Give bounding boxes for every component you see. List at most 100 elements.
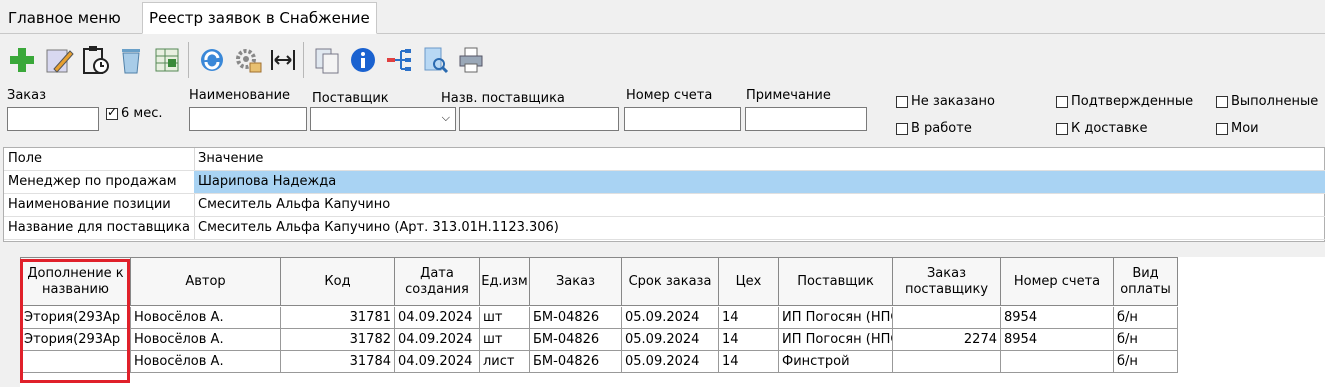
property-row[interactable]: Название для поставщика Смеситель Альфа … (4, 217, 1325, 240)
requests-table: Дополнение к названию Автор Код Дата создан… (20, 257, 1325, 387)
table-cell[interactable]: ИП Погосян (НПС (779, 329, 893, 351)
invoice-input[interactable] (624, 107, 741, 131)
tree-icon[interactable] (382, 38, 416, 82)
confirmed-label: Подтвержденные (1071, 94, 1194, 109)
in-work-checkbox[interactable]: В работе (896, 121, 972, 136)
completed-label: Выполненые (1231, 94, 1319, 109)
supplier-select[interactable]: ⌵ (310, 107, 456, 131)
order-label: Заказ (7, 88, 47, 103)
table-cell[interactable] (893, 351, 1001, 373)
edit-icon[interactable] (42, 38, 76, 82)
fit-width-icon[interactable] (266, 38, 300, 82)
properties-header: Поле Значение (4, 148, 1325, 171)
column-header[interactable]: Автор (131, 257, 281, 306)
to-delivery-checkbox[interactable]: К доставке (1056, 121, 1148, 136)
checkbox-box[interactable] (896, 95, 908, 108)
table-cell[interactable]: 04.09.2024 (395, 329, 480, 351)
table-cell[interactable]: 05.09.2024 (622, 307, 719, 329)
table-cell[interactable]: 31784 (281, 351, 395, 373)
checkbox-box[interactable] (896, 122, 908, 135)
refresh-icon[interactable] (195, 38, 229, 82)
property-field: Наименование позиции (8, 194, 195, 216)
table-cell[interactable]: шт (480, 307, 530, 329)
info-icon[interactable] (346, 38, 380, 82)
column-header[interactable]: Код (281, 257, 395, 306)
table-cell[interactable]: 05.09.2024 (622, 351, 719, 373)
checkbox-box[interactable] (1216, 122, 1228, 135)
column-header[interactable]: Номер счета (1001, 257, 1114, 306)
column-header[interactable]: Заказ (530, 257, 622, 306)
column-header[interactable]: Срок заказа (622, 257, 719, 306)
table-cell[interactable]: БМ-04826 (530, 329, 622, 351)
settings-icon[interactable] (231, 38, 265, 82)
property-field: Название для поставщика (8, 217, 195, 239)
tab-main-menu[interactable]: Главное меню (2, 4, 127, 32)
six-months-checkbox[interactable]: 6 мес. (106, 105, 163, 121)
excel-icon[interactable] (150, 38, 184, 82)
table-cell[interactable]: Финстрой (779, 351, 893, 373)
table-cell[interactable]: Этория(293Ар (20, 329, 131, 351)
checkbox-box[interactable] (1216, 95, 1228, 108)
table-cell[interactable]: Новосёлов А. (131, 329, 281, 351)
table-cell[interactable]: шт (480, 329, 530, 351)
to-delivery-label: К доставке (1071, 121, 1148, 136)
table-cell[interactable]: б/н (1114, 351, 1178, 373)
add-icon[interactable] (5, 38, 39, 82)
table-cell[interactable]: 31781 (281, 307, 395, 329)
tab-supply-requests[interactable]: Реестр заявок в Снабжение (142, 2, 377, 34)
table-cell[interactable]: 04.09.2024 (395, 351, 480, 373)
clipboard-clock-icon[interactable] (78, 38, 112, 82)
mine-checkbox[interactable]: Мои (1216, 121, 1259, 136)
table-cell[interactable]: 31782 (281, 329, 395, 351)
column-header[interactable]: Дата создания (395, 257, 480, 306)
checkbox-box[interactable] (106, 105, 118, 120)
name-input[interactable] (189, 107, 307, 131)
table-cell[interactable] (1001, 351, 1114, 373)
column-header[interactable]: Цех (719, 257, 779, 306)
table-cell[interactable]: Этория(293Ар (20, 307, 131, 329)
not-ordered-checkbox[interactable]: Не заказано (896, 94, 995, 109)
preview-icon[interactable] (418, 38, 452, 82)
checkbox-box[interactable] (1056, 95, 1068, 108)
table-cell[interactable]: Новосёлов А. (131, 351, 281, 373)
table-cell[interactable]: 05.09.2024 (622, 329, 719, 351)
table-cell[interactable]: БМ-04826 (530, 307, 622, 329)
table-cell[interactable]: 04.09.2024 (395, 307, 480, 329)
table-cell[interactable]: лист (480, 351, 530, 373)
table-cell[interactable]: 14 (719, 329, 779, 351)
table-cell[interactable]: БМ-04826 (530, 351, 622, 373)
name-label: Наименование (189, 88, 291, 103)
table-cell[interactable]: 14 (719, 307, 779, 329)
table-cell[interactable] (20, 351, 131, 373)
column-header[interactable]: Поставщик (779, 257, 893, 306)
table-cell[interactable]: 2274 (893, 329, 1001, 351)
table-cell[interactable]: б/н (1114, 307, 1178, 329)
copy-icon[interactable] (310, 38, 344, 82)
table-cell[interactable]: 8954 (1001, 307, 1114, 329)
table-cell[interactable]: ИП Погосян (НПС (779, 307, 893, 329)
toolbar-separator (303, 42, 304, 78)
checkbox-box[interactable] (1056, 122, 1068, 135)
note-input[interactable] (745, 107, 867, 131)
order-input[interactable] (7, 107, 99, 131)
column-header[interactable]: Ед.изм (480, 257, 530, 306)
column-header[interactable]: Вид оплаты (1114, 257, 1178, 306)
supplier-label: Поставщик (312, 91, 389, 106)
property-row[interactable]: Наименование позиции Смеситель Альфа Кап… (4, 194, 1325, 217)
table-cell[interactable]: б/н (1114, 329, 1178, 351)
trash-icon[interactable] (114, 38, 148, 82)
column-header[interactable]: Заказ поставщику (893, 257, 1001, 306)
confirmed-checkbox[interactable]: Подтвержденные (1056, 94, 1193, 109)
print-icon[interactable] (454, 38, 488, 82)
table-cell[interactable]: 8954 (1001, 329, 1114, 351)
table-cell[interactable] (893, 307, 1001, 329)
table-cell[interactable]: Новосёлов А. (131, 307, 281, 329)
toolbar (0, 38, 1325, 82)
completed-checkbox[interactable]: Выполненые (1216, 94, 1318, 109)
table-cell[interactable]: 14 (719, 351, 779, 373)
invoice-label: Номер счета (626, 88, 713, 103)
column-header[interactable]: Дополнение к названию (20, 257, 131, 306)
property-value: Шарипова Надежда (194, 171, 1325, 193)
property-row[interactable]: Менеджер по продажам Шарипова Надежда (4, 171, 1325, 194)
supplier-name-input[interactable] (459, 107, 619, 131)
